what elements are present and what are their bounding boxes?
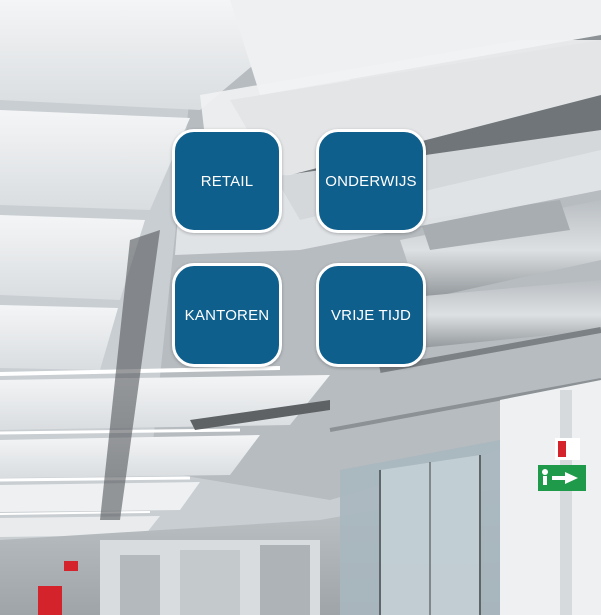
tile-vrije-tijd[interactable]: VRIJE TIJD: [316, 263, 426, 367]
tile-retail[interactable]: RETAIL: [172, 129, 282, 233]
tile-vrije-tijd-label: VRIJE TIJD: [330, 306, 412, 324]
tile-onderwijs-label: ONDERWIJS: [325, 172, 417, 190]
tile-kantoren[interactable]: KANTOREN: [172, 263, 282, 367]
tile-onderwijs[interactable]: ONDERWIJS: [316, 129, 426, 233]
tile-kantoren-label: KANTOREN: [184, 306, 270, 324]
category-tiles: RETAIL ONDERWIJS KANTOREN VRIJE TIJD: [0, 0, 601, 615]
tile-retail-label: RETAIL: [200, 172, 254, 190]
